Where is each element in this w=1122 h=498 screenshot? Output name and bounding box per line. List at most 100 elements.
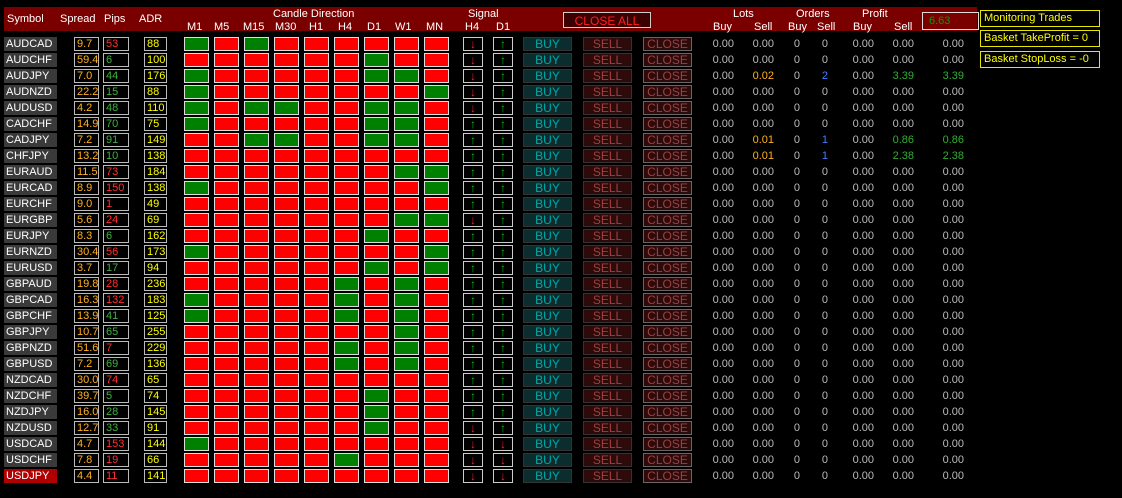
sell-button[interactable]: SELL [583, 197, 632, 211]
sell-button[interactable]: SELL [583, 229, 632, 243]
buy-button[interactable]: BUY [523, 357, 572, 371]
buy-button[interactable]: BUY [523, 341, 572, 355]
close-button[interactable]: CLOSE [643, 373, 692, 387]
close-button[interactable]: CLOSE [643, 69, 692, 83]
sell-button[interactable]: SELL [583, 53, 632, 67]
symbol-label[interactable]: USDJPY [4, 469, 57, 483]
sell-button[interactable]: SELL [583, 85, 632, 99]
buy-button[interactable]: BUY [523, 101, 572, 115]
buy-button[interactable]: BUY [523, 53, 572, 67]
close-button[interactable]: CLOSE [643, 149, 692, 163]
close-button[interactable]: CLOSE [643, 261, 692, 275]
buy-button[interactable]: BUY [523, 277, 572, 291]
buy-button[interactable]: BUY [523, 293, 572, 307]
buy-button[interactable]: BUY [523, 389, 572, 403]
close-button[interactable]: CLOSE [643, 405, 692, 419]
sell-button[interactable]: SELL [583, 293, 632, 307]
sell-button[interactable]: SELL [583, 389, 632, 403]
sell-button[interactable]: SELL [583, 277, 632, 291]
buy-button[interactable]: BUY [523, 69, 572, 83]
close-button[interactable]: CLOSE [643, 277, 692, 291]
sell-button[interactable]: SELL [583, 37, 632, 51]
symbol-label[interactable]: USDCHF [4, 453, 57, 467]
symbol-label[interactable]: AUDCAD [4, 37, 57, 51]
symbol-label[interactable]: EURNZD [4, 245, 57, 259]
buy-button[interactable]: BUY [523, 85, 572, 99]
close-button[interactable]: CLOSE [643, 37, 692, 51]
symbol-label[interactable]: NZDCAD [4, 373, 57, 387]
close-button[interactable]: CLOSE [643, 165, 692, 179]
sell-button[interactable]: SELL [583, 309, 632, 323]
symbol-label[interactable]: GBPCHF [4, 309, 57, 323]
close-button[interactable]: CLOSE [643, 117, 692, 131]
sell-button[interactable]: SELL [583, 421, 632, 435]
buy-button[interactable]: BUY [523, 181, 572, 195]
close-button[interactable]: CLOSE [643, 85, 692, 99]
symbol-label[interactable]: EURAUD [4, 165, 57, 179]
sell-button[interactable]: SELL [583, 69, 632, 83]
symbol-label[interactable]: CADJPY [4, 133, 57, 147]
sell-button[interactable]: SELL [583, 357, 632, 371]
close-button[interactable]: CLOSE [643, 357, 692, 371]
sell-button[interactable]: SELL [583, 405, 632, 419]
symbol-label[interactable]: GBPAUD [4, 277, 57, 291]
close-button[interactable]: CLOSE [643, 229, 692, 243]
buy-button[interactable]: BUY [523, 309, 572, 323]
buy-button[interactable]: BUY [523, 261, 572, 275]
close-button[interactable]: CLOSE [643, 53, 692, 67]
symbol-label[interactable]: GBPJPY [4, 325, 57, 339]
sell-button[interactable]: SELL [583, 117, 632, 131]
buy-button[interactable]: BUY [523, 229, 572, 243]
close-button[interactable]: CLOSE [643, 197, 692, 211]
buy-button[interactable]: BUY [523, 373, 572, 387]
buy-button[interactable]: BUY [523, 213, 572, 227]
sell-button[interactable]: SELL [583, 437, 632, 451]
sell-button[interactable]: SELL [583, 133, 632, 147]
sell-button[interactable]: SELL [583, 341, 632, 355]
symbol-label[interactable]: NZDUSD [4, 421, 57, 435]
buy-button[interactable]: BUY [523, 149, 572, 163]
buy-button[interactable]: BUY [523, 453, 572, 467]
close-button[interactable]: CLOSE [643, 453, 692, 467]
symbol-label[interactable]: CADCHF [4, 117, 57, 131]
symbol-label[interactable]: CHFJPY [4, 149, 57, 163]
sell-button[interactable]: SELL [583, 469, 632, 483]
close-button[interactable]: CLOSE [643, 293, 692, 307]
symbol-label[interactable]: GBPCAD [4, 293, 57, 307]
sell-button[interactable]: SELL [583, 373, 632, 387]
buy-button[interactable]: BUY [523, 405, 572, 419]
symbol-label[interactable]: AUDUSD [4, 101, 57, 115]
sell-button[interactable]: SELL [583, 245, 632, 259]
close-button[interactable]: CLOSE [643, 437, 692, 451]
sell-button[interactable]: SELL [583, 181, 632, 195]
symbol-label[interactable]: AUDNZD [4, 85, 57, 99]
buy-button[interactable]: BUY [523, 165, 572, 179]
buy-button[interactable]: BUY [523, 245, 572, 259]
symbol-label[interactable]: GBPUSD [4, 357, 57, 371]
sell-button[interactable]: SELL [583, 213, 632, 227]
symbol-label[interactable]: EURCHF [4, 197, 57, 211]
sell-button[interactable]: SELL [583, 165, 632, 179]
buy-button[interactable]: BUY [523, 37, 572, 51]
close-all-button[interactable]: CLOSE ALL [563, 12, 651, 28]
symbol-label[interactable]: EURGBP [4, 213, 57, 227]
sell-button[interactable]: SELL [583, 261, 632, 275]
sell-button[interactable]: SELL [583, 101, 632, 115]
close-button[interactable]: CLOSE [643, 245, 692, 259]
symbol-label[interactable]: EURJPY [4, 229, 57, 243]
symbol-label[interactable]: NZDJPY [4, 405, 57, 419]
symbol-label[interactable]: GBPNZD [4, 341, 57, 355]
buy-button[interactable]: BUY [523, 197, 572, 211]
symbol-label[interactable]: AUDJPY [4, 69, 57, 83]
close-button[interactable]: CLOSE [643, 421, 692, 435]
close-button[interactable]: CLOSE [643, 213, 692, 227]
symbol-label[interactable]: EURCAD [4, 181, 57, 195]
buy-button[interactable]: BUY [523, 421, 572, 435]
buy-button[interactable]: BUY [523, 437, 572, 451]
close-button[interactable]: CLOSE [643, 389, 692, 403]
sell-button[interactable]: SELL [583, 453, 632, 467]
close-button[interactable]: CLOSE [643, 469, 692, 483]
symbol-label[interactable]: AUDCHF [4, 53, 57, 67]
buy-button[interactable]: BUY [523, 133, 572, 147]
close-button[interactable]: CLOSE [643, 181, 692, 195]
